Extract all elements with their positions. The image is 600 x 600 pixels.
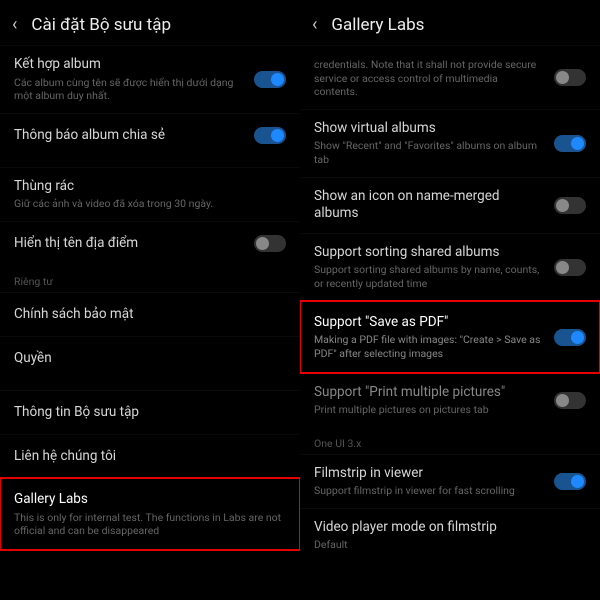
label: Hiển thị tên địa điểm	[14, 235, 244, 253]
row-print-multiple[interactable]: Support "Print multiple pictures"Print m…	[300, 373, 600, 427]
left-panel: ‹ Cài đặt Bộ sưu tập Kết hợp album Các al…	[0, 0, 300, 600]
label: Liên hệ chúng tôi	[14, 448, 286, 466]
label: Support sorting shared albums	[314, 244, 544, 262]
row-combine-album[interactable]: Kết hợp album Các album cùng tên sẽ được …	[0, 45, 300, 113]
row-virtual-albums[interactable]: Show virtual albumsShow "Recent" and "Fa…	[300, 109, 600, 177]
sub: Default	[314, 538, 586, 552]
row-privacy-policy[interactable]: Chính sách bảo mật	[0, 292, 300, 336]
label: Kết hợp album	[14, 56, 244, 74]
toggle[interactable]	[254, 235, 286, 252]
label: Gallery Labs	[14, 491, 286, 509]
row-permissions[interactable]: Quyền	[0, 336, 300, 380]
back-icon[interactable]: ‹	[312, 14, 317, 35]
label: Chính sách bảo mật	[14, 306, 286, 324]
sub: Support filmstrip in viewer for fast scr…	[314, 484, 544, 498]
label: Show virtual albums	[314, 120, 544, 138]
label: Video player mode on filmstrip	[314, 519, 586, 537]
back-icon[interactable]: ‹	[12, 14, 17, 35]
toggle[interactable]	[554, 259, 586, 276]
label: Filmstrip in viewer	[314, 465, 544, 483]
sub: Making a PDF file with images: "Create >…	[314, 333, 544, 360]
row-save-pdf[interactable]: Support "Save as PDF"Making a PDF file w…	[300, 301, 600, 373]
sub: Print multiple pictures on pictures tab	[314, 403, 544, 417]
section-privacy: Riêng tư	[0, 265, 300, 292]
row-location[interactable]: Hiển thị tên địa điểm	[0, 221, 300, 265]
row-merged-icon[interactable]: Show an icon on name-merged albums	[300, 177, 600, 233]
label: Quyền	[14, 350, 286, 368]
label: Thông báo album chia sẻ	[14, 127, 244, 145]
row-gallery-info[interactable]: Thông tin Bộ sưu tập	[0, 390, 300, 434]
sub: Show "Recent" and "Favorites" albums on …	[314, 139, 544, 166]
sub: Các album cùng tên sẽ được hiển thị dưới…	[14, 76, 244, 103]
header-left: ‹ Cài đặt Bộ sưu tập	[0, 0, 300, 45]
right-panel: ‹ Gallery Labs credentials. Note that it…	[300, 0, 600, 600]
label: Thông tin Bộ sưu tập	[14, 404, 286, 422]
row-sort-shared[interactable]: Support sorting shared albumsSupport sor…	[300, 233, 600, 301]
row-credentials[interactable]: credentials. Note that it shall not prov…	[300, 45, 600, 109]
toggle[interactable]	[254, 71, 286, 88]
header-right: ‹ Gallery Labs	[300, 0, 600, 45]
sub: This is only for internal test. The func…	[14, 511, 286, 538]
label: Show an icon on name-merged albums	[314, 188, 544, 223]
toggle[interactable]	[554, 392, 586, 409]
toggle[interactable]	[554, 329, 586, 346]
toggle[interactable]	[554, 135, 586, 152]
toggle[interactable]	[554, 473, 586, 490]
row-filmstrip[interactable]: Filmstrip in viewerSupport filmstrip in …	[300, 454, 600, 508]
row-contact[interactable]: Liên hệ chúng tôi	[0, 434, 300, 478]
row-share-notify[interactable]: Thông báo album chia sẻ	[0, 113, 300, 157]
page-title: Gallery Labs	[331, 15, 424, 35]
sub: Giữ các ảnh và video đã xóa trong 30 ngà…	[14, 197, 286, 211]
row-gallery-labs[interactable]: Gallery Labs This is only for internal te…	[0, 478, 300, 550]
sub: credentials. Note that it shall not prov…	[314, 58, 544, 99]
toggle[interactable]	[554, 69, 586, 86]
sub: Support sorting shared albums by name, c…	[314, 263, 544, 290]
section-oneui: One UI 3.x	[300, 427, 600, 454]
label: Support "Save as PDF"	[314, 314, 544, 332]
row-trash[interactable]: Thùng rácGiữ các ảnh và video đã xóa tro…	[0, 167, 300, 221]
toggle[interactable]	[254, 127, 286, 144]
page-title: Cài đặt Bộ sưu tập	[31, 15, 171, 35]
row-video-mode[interactable]: Video player mode on filmstripDefault	[300, 508, 600, 562]
label: Thùng rác	[14, 178, 286, 196]
toggle[interactable]	[554, 197, 586, 214]
label: Support "Print multiple pictures"	[314, 384, 544, 402]
